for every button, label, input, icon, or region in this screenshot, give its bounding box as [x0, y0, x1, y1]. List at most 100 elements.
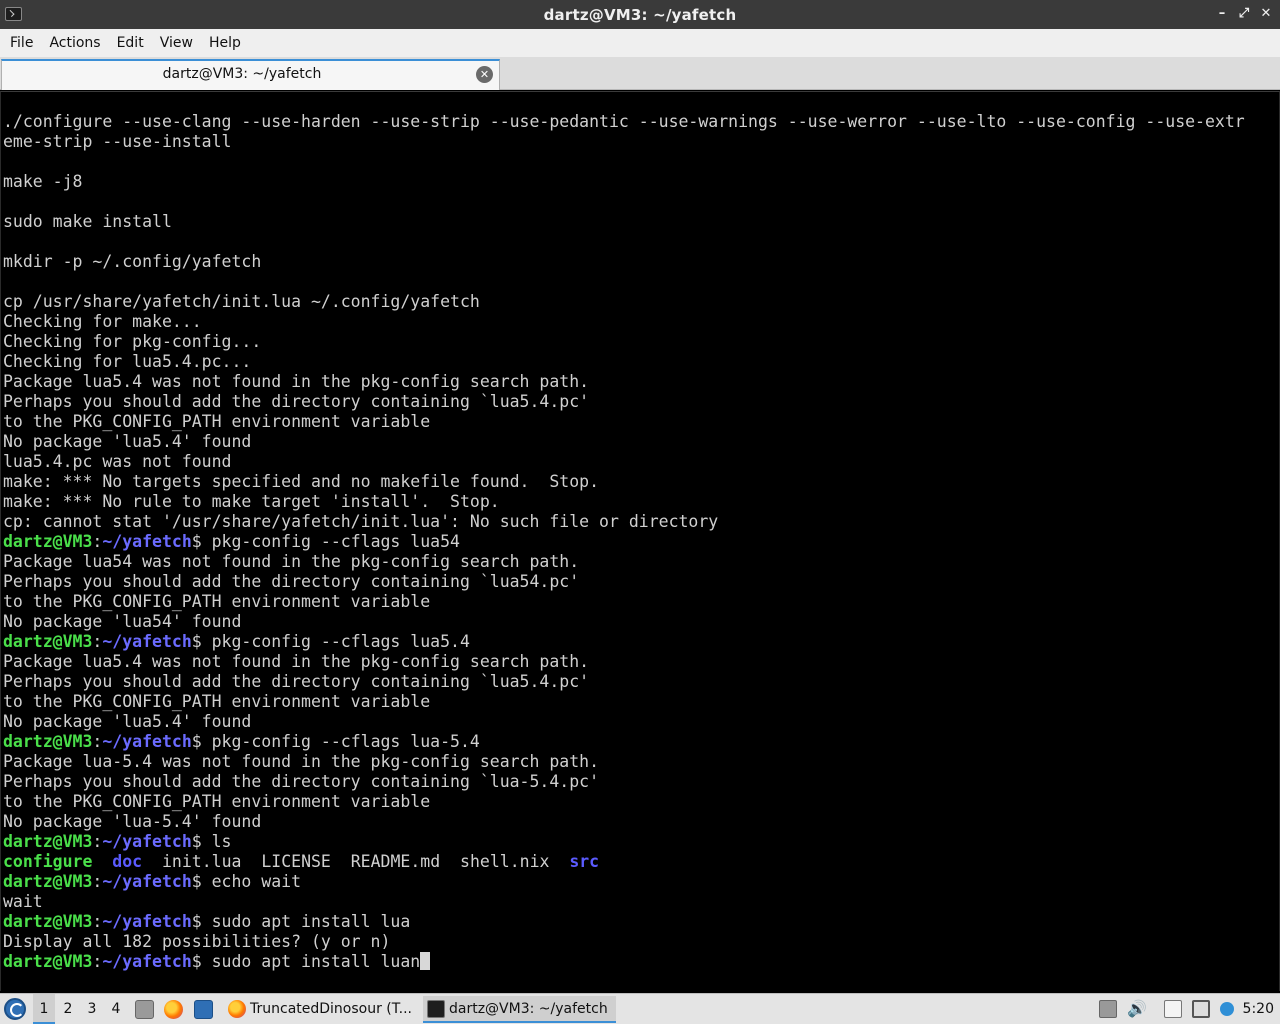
menu-file[interactable]: File [2, 29, 41, 57]
tab-close-icon[interactable]: ✕ [476, 66, 493, 83]
prompt-separator: : [92, 832, 103, 851]
output-line: lua5.4.pc was not found [3, 452, 232, 471]
output-line: to the PKG_CONFIG_PATH environment varia… [3, 592, 431, 611]
ls-gap [549, 852, 569, 871]
tab-bar: dartz@VM3: ~/yafetch ✕ [0, 57, 1280, 90]
prompt-line: dartz@VM3:~/yafetch$ pkg-config --cflags… [3, 632, 1273, 652]
firefox-icon[interactable] [164, 1000, 183, 1019]
prompt-path: ~/yafetch [102, 832, 192, 851]
prompt-separator: : [92, 732, 103, 751]
prompt-path: ~/yafetch [102, 632, 192, 651]
command-text: pkg-config --cflags lua-5.4 [211, 732, 480, 751]
tab-terminal[interactable]: dartz@VM3: ~/yafetch ✕ [1, 59, 500, 90]
output-line: Perhaps you should add the directory con… [3, 672, 590, 691]
prompt-path: ~/yafetch [102, 952, 192, 971]
prompt-user: dartz@VM3 [3, 952, 93, 971]
clock[interactable]: 5:20 [1243, 994, 1274, 1024]
ls-entry: shell.nix [460, 852, 550, 871]
ls-gap [142, 852, 162, 871]
ls-gap [440, 852, 460, 871]
workspace-4[interactable]: 4 [105, 994, 127, 1024]
prompt-symbol: $ [191, 912, 212, 931]
output-line: Display all 182 possibilities? (y or n) [3, 932, 391, 951]
output-line: Perhaps you should add the directory con… [3, 392, 590, 411]
output-line: Package lua-5.4 was not found in the pkg… [3, 752, 600, 771]
minimize-button[interactable]: – [1216, 6, 1228, 22]
command-text: sudo apt install lua [211, 912, 411, 931]
task-terminal[interactable]: dartz@VM3: ~/yafetch [423, 996, 616, 1023]
command-text: pkg-config --cflags lua54 [211, 532, 460, 551]
prompt-symbol: $ [191, 952, 212, 971]
ls-gap [241, 852, 261, 871]
output-line: mkdir -p ~/.config/yafetch [3, 252, 262, 271]
close-button[interactable]: ✕ [1260, 6, 1272, 22]
output-line: cp: cannot stat '/usr/share/yafetch/init… [3, 512, 719, 531]
clipboard-icon[interactable] [1164, 1000, 1182, 1018]
ls-entry: doc [112, 852, 143, 871]
output-line: to the PKG_CONFIG_PATH environment varia… [3, 792, 431, 811]
output-line: to the PKG_CONFIG_PATH environment varia… [3, 412, 431, 431]
workspace-2[interactable]: 2 [57, 994, 79, 1024]
output-line: Checking for make... [3, 312, 202, 331]
output-line: No package 'lua54' found [3, 612, 242, 631]
output-line: wait [3, 892, 43, 911]
prompt-symbol: $ [191, 872, 212, 891]
ls-entry: README.md [350, 852, 441, 871]
desktop-icon[interactable] [194, 1000, 213, 1019]
update-icon[interactable] [1220, 1002, 1234, 1016]
volume-icon[interactable]: 🔊 [1127, 1000, 1147, 1018]
prompt-separator: : [92, 632, 103, 651]
maximize-button[interactable]: ⤢ [1238, 6, 1250, 22]
tab-label: dartz@VM3: ~/yafetch [162, 66, 322, 82]
firefox-icon [228, 1000, 246, 1018]
ls-gap [92, 852, 112, 871]
text-cursor [420, 952, 431, 970]
workspace-3[interactable]: 3 [81, 994, 103, 1024]
command-text: pkg-config --cflags lua5.4 [211, 632, 470, 651]
ls-entry: configure [3, 852, 93, 871]
output-line: ./configure --use-clang --use-harden --u… [3, 112, 1245, 131]
window-title: dartz@VM3: ~/yafetch [543, 6, 737, 24]
prompt-separator: : [92, 532, 103, 551]
output-line: Package lua5.4 was not found in the pkg-… [3, 652, 590, 671]
output-line: cp /usr/share/yafetch/init.lua ~/.config… [3, 292, 480, 311]
task-label: TruncatedDinosour (T... [250, 1001, 413, 1017]
prompt-symbol: $ [191, 732, 212, 751]
network-icon[interactable] [1192, 1000, 1210, 1018]
prompt-line: dartz@VM3:~/yafetch$ ls [3, 832, 1273, 852]
menu-view[interactable]: View [152, 29, 201, 57]
workspace-1[interactable]: 1 [33, 994, 55, 1024]
menu-help[interactable]: Help [201, 29, 249, 57]
output-line: to the PKG_CONFIG_PATH environment varia… [3, 692, 431, 711]
menu-actions[interactable]: Actions [41, 29, 108, 57]
task-firefox[interactable]: TruncatedDinosour (T... [224, 996, 420, 1023]
prompt-path: ~/yafetch [102, 872, 192, 891]
prompt-path: ~/yafetch [102, 912, 192, 931]
prompt-separator: : [92, 872, 103, 891]
task-label: dartz@VM3: ~/yafetch [449, 1001, 608, 1017]
taskbar: 1 2 3 4 TruncatedDinosour (T... dartz@VM… [0, 993, 1280, 1024]
output-line: sudo make install [3, 212, 172, 231]
prompt-symbol: $ [191, 832, 212, 851]
prompt-line: dartz@VM3:~/yafetch$ pkg-config --cflags… [3, 732, 1273, 752]
output-line: eme-strip --use-install [3, 132, 232, 151]
output-line: No package 'lua5.4' found [3, 712, 252, 731]
ls-gap [331, 852, 351, 871]
keyboard-icon[interactable] [1099, 1000, 1117, 1018]
terminal-area[interactable]: ./configure --use-clang --use-harden --u… [0, 91, 1280, 991]
ls-entry: LICENSE [261, 852, 331, 871]
start-menu-icon[interactable] [4, 998, 26, 1020]
menu-edit[interactable]: Edit [109, 29, 152, 57]
prompt-separator: : [92, 912, 103, 931]
file-manager-icon[interactable] [135, 1000, 154, 1019]
title-bar: dartz@VM3: ~/yafetch – ⤢ ✕ [0, 0, 1280, 29]
prompt-line: dartz@VM3:~/yafetch$ sudo apt install lu… [3, 952, 1273, 972]
window-controls: – ⤢ ✕ [1216, 6, 1272, 22]
prompt-user: dartz@VM3 [3, 732, 93, 751]
menu-bar: File Actions Edit View Help [0, 29, 1280, 57]
command-text: ls [211, 832, 232, 851]
